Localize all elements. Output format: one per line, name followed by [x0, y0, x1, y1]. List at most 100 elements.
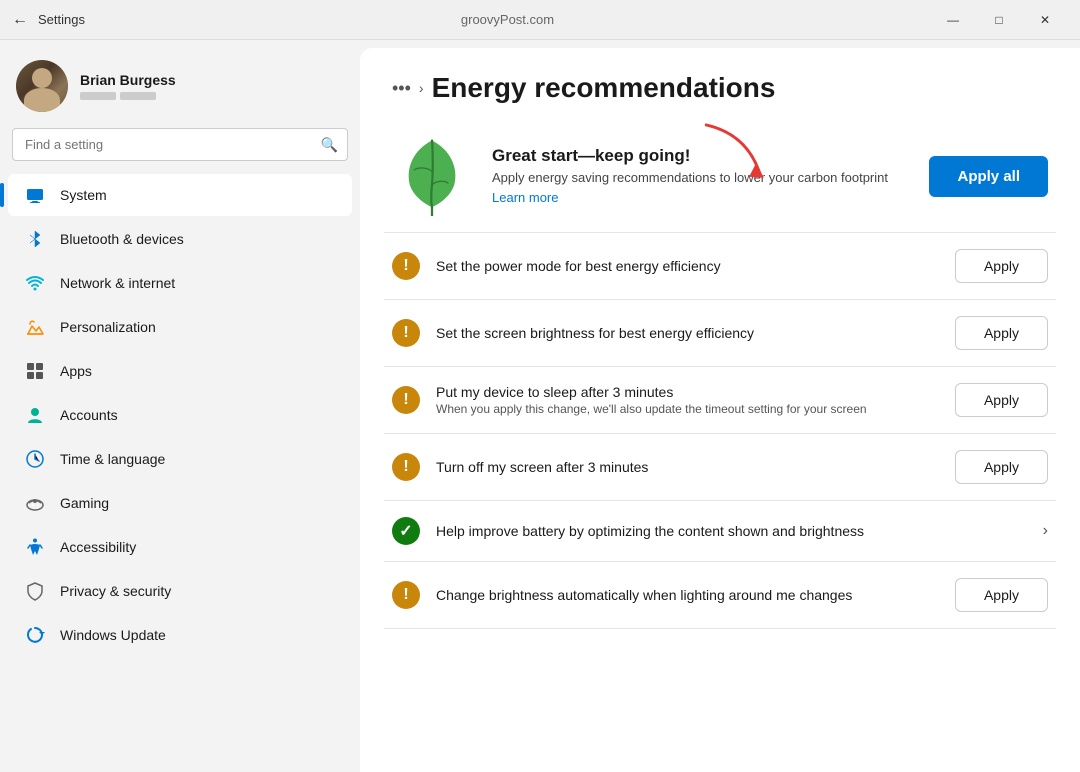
apply-all-button[interactable]: Apply all: [929, 156, 1048, 197]
breadcrumb-arrow: ›: [419, 80, 424, 96]
rec-text-4: Help improve battery by optimizing the c…: [436, 523, 1027, 539]
rec-text-2: Put my device to sleep after 3 minutes W…: [436, 384, 939, 416]
content-header: ••• › Energy recommendations: [360, 48, 1080, 120]
rec-action-1: Apply: [955, 316, 1048, 350]
bar-1: [80, 92, 116, 100]
sidebar-item-time-label: Time & language: [60, 451, 165, 467]
rec-icon-0: !: [392, 252, 420, 280]
time-icon: [24, 448, 46, 470]
sidebar-item-privacy-label: Privacy & security: [60, 583, 171, 599]
sidebar-item-bluetooth[interactable]: Bluetooth & devices: [8, 218, 352, 260]
rec-action-4[interactable]: ›: [1043, 522, 1048, 540]
rec-icon-5: !: [392, 581, 420, 609]
rec-label-2: Put my device to sleep after 3 minutes: [436, 384, 939, 400]
rec-row-4[interactable]: ✓ Help improve battery by optimizing the…: [384, 500, 1056, 561]
avatar: [16, 60, 68, 112]
sidebar-item-system-label: System: [60, 187, 107, 203]
sidebar-item-network[interactable]: Network & internet: [8, 262, 352, 304]
bluetooth-icon: [24, 228, 46, 250]
rec-action-0: Apply: [955, 249, 1048, 283]
rec-icon-2: !: [392, 386, 420, 414]
rec-row-1: ! Set the screen brightness for best ene…: [384, 299, 1056, 366]
rec-label-1: Set the screen brightness for best energ…: [436, 325, 939, 341]
rec-label-3: Turn off my screen after 3 minutes: [436, 459, 939, 475]
username: Brian Burgess: [80, 72, 176, 88]
gaming-icon: [24, 492, 46, 514]
apply-button-2[interactable]: Apply: [955, 383, 1048, 417]
sidebar-item-update[interactable]: Windows Update: [8, 614, 352, 656]
titlebar-center-text: groovyPost.com: [85, 12, 930, 27]
learn-more-link[interactable]: Learn more: [492, 190, 558, 205]
apply-button-5[interactable]: Apply: [955, 578, 1048, 612]
sidebar-user: Brian Burgess: [0, 52, 360, 128]
rec-text-1: Set the screen brightness for best energ…: [436, 325, 939, 341]
app-name: Settings: [38, 12, 85, 27]
network-icon: [24, 272, 46, 294]
rec-action-3: Apply: [955, 450, 1048, 484]
apply-button-0[interactable]: Apply: [955, 249, 1048, 283]
rec-text-0: Set the power mode for best energy effic…: [436, 258, 939, 274]
sidebar-item-accounts-label: Accounts: [60, 407, 118, 423]
sidebar: Brian Burgess 🔍: [0, 40, 360, 772]
sidebar-item-personalization-label: Personalization: [60, 319, 156, 335]
close-button[interactable]: ✕: [1022, 4, 1068, 36]
hero-description: Apply energy saving recommendations to l…: [492, 170, 889, 185]
rec-row-5: ! Change brightness automatically when l…: [384, 561, 1056, 629]
rec-text-3: Turn off my screen after 3 minutes: [436, 459, 939, 475]
rec-row-2: ! Put my device to sleep after 3 minutes…: [384, 366, 1056, 433]
privacy-icon: [24, 580, 46, 602]
minimize-button[interactable]: —: [930, 4, 976, 36]
rec-action-5: Apply: [955, 578, 1048, 612]
apply-button-1[interactable]: Apply: [955, 316, 1048, 350]
user-bars: [80, 92, 176, 100]
window-controls: — □ ✕: [930, 4, 1068, 36]
chevron-right-icon[interactable]: ›: [1043, 522, 1048, 540]
sidebar-item-personalization[interactable]: Personalization: [8, 306, 352, 348]
recommendations-list: ! Set the power mode for best energy eff…: [360, 232, 1080, 629]
search-input[interactable]: [12, 128, 348, 161]
breadcrumb-dots[interactable]: •••: [392, 78, 411, 99]
rec-label-5: Change brightness automatically when lig…: [436, 587, 939, 603]
sidebar-item-time[interactable]: Time & language: [8, 438, 352, 480]
leaf-icon: [392, 136, 472, 216]
rec-label-0: Set the power mode for best energy effic…: [436, 258, 939, 274]
rec-row-3: ! Turn off my screen after 3 minutes App…: [384, 433, 1056, 500]
sidebar-item-accessibility-label: Accessibility: [60, 539, 136, 555]
rec-icon-3: !: [392, 453, 420, 481]
content-area: ••• › Energy recommendations Great start…: [360, 48, 1080, 772]
back-button[interactable]: ←: [12, 11, 28, 29]
sidebar-item-privacy[interactable]: Privacy & security: [8, 570, 352, 612]
sidebar-item-gaming-label: Gaming: [60, 495, 109, 511]
sidebar-item-accessibility[interactable]: Accessibility: [8, 526, 352, 568]
rec-text-5: Change brightness automatically when lig…: [436, 587, 939, 603]
sidebar-item-apps-label: Apps: [60, 363, 92, 379]
sidebar-item-update-label: Windows Update: [60, 627, 166, 643]
hero-section: Great start—keep going! Apply energy sav…: [360, 120, 1080, 232]
sidebar-item-network-label: Network & internet: [60, 275, 175, 291]
bar-2: [120, 92, 156, 100]
sidebar-item-system[interactable]: System: [8, 174, 352, 216]
maximize-button[interactable]: □: [976, 4, 1022, 36]
rec-row-0: ! Set the power mode for best energy eff…: [384, 232, 1056, 299]
sidebar-item-gaming[interactable]: Gaming: [8, 482, 352, 524]
sidebar-item-accounts[interactable]: Accounts: [8, 394, 352, 436]
system-icon: [24, 184, 46, 206]
sidebar-nav: System Bluetooth & devices: [0, 173, 360, 657]
rec-action-2: Apply: [955, 383, 1048, 417]
personalization-icon: [24, 316, 46, 338]
rec-label-4: Help improve battery by optimizing the c…: [436, 523, 1027, 539]
accounts-icon: [24, 404, 46, 426]
update-icon: [24, 624, 46, 646]
rec-sub-2: When you apply this change, we'll also u…: [436, 402, 939, 416]
sidebar-item-apps[interactable]: Apps: [8, 350, 352, 392]
main-layout: Brian Burgess 🔍: [0, 40, 1080, 772]
sidebar-item-bluetooth-label: Bluetooth & devices: [60, 231, 184, 247]
search-icon: 🔍: [321, 136, 338, 153]
accessibility-icon: [24, 536, 46, 558]
apps-icon: [24, 360, 46, 382]
avatar-image: [16, 60, 68, 112]
titlebar: ← Settings groovyPost.com — □ ✕: [0, 0, 1080, 40]
apply-button-3[interactable]: Apply: [955, 450, 1048, 484]
rec-icon-4: ✓: [392, 517, 420, 545]
user-info: Brian Burgess: [80, 72, 176, 100]
